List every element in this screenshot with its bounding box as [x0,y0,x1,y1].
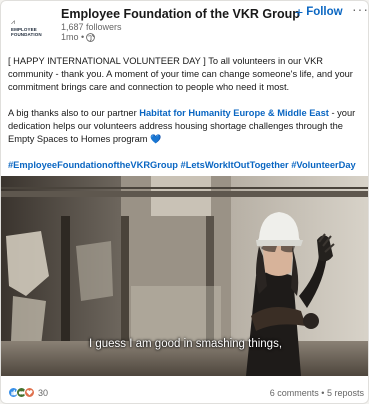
reactions-summary[interactable]: 30 [8,387,48,398]
hashtag-link[interactable]: #LetsWorkItOutTogether [181,160,289,170]
follower-count: 1,687 followers [61,22,122,32]
post-social-bar: 30 6 comments • 5 reposts [1,381,368,403]
comments-count[interactable]: 6 comments [270,388,319,398]
post-card: ⩘ EMPLOYEE FOUNDATION Employee Foundatio… [0,0,369,404]
post-time: 1mo • [61,32,96,42]
author-name[interactable]: Employee Foundation of the VKR Group [61,7,300,21]
hashtag-line: #EmployeeFoundationoftheVKRGroup #LetsWo… [8,159,364,172]
logo-line-2: FOUNDATION [11,32,42,37]
love-reaction-icon [24,387,35,398]
hashtag-link[interactable]: #EmployeeFoundationoftheVKRGroup [8,160,178,170]
more-options-icon[interactable]: ··· [352,1,368,17]
hashtag-link[interactable]: #VolunteerDay [291,160,355,170]
reposts-count[interactable]: 5 reposts [327,388,364,398]
stats-separator: • [321,388,325,398]
logo-mark-icon: ⩘ [11,19,15,26]
paragraph-2-start: A big thanks also to our partner [8,108,140,118]
post-text: [ HAPPY INTERNATIONAL VOLUNTEER DAY ] To… [8,55,364,185]
post-time-text: 1mo • [61,32,85,42]
post-header: ⩘ EMPLOYEE FOUNDATION Employee Foundatio… [1,1,368,49]
post-stats: 6 comments • 5 reposts [270,388,364,398]
company-logo[interactable]: ⩘ EMPLOYEE FOUNDATION [9,10,45,46]
post-paragraph-1: [ HAPPY INTERNATIONAL VOLUNTEER DAY ] To… [8,56,353,92]
follow-button[interactable]: + Follow [295,4,343,20]
blue-heart-icon: 💙 [150,134,162,144]
follow-label: Follow [306,6,343,18]
partner-link[interactable]: Habitat for Humanity Europe & Middle Eas… [139,108,329,118]
plus-icon: + [295,4,304,20]
post-video[interactable]: I guess I am good in smashing things, [1,176,368,376]
post-paragraph-2: A big thanks also to our partner Habitat… [8,107,364,146]
globe-icon [86,32,96,42]
video-caption: I guess I am good in smashing things, [88,338,283,350]
reaction-count: 30 [38,387,49,398]
